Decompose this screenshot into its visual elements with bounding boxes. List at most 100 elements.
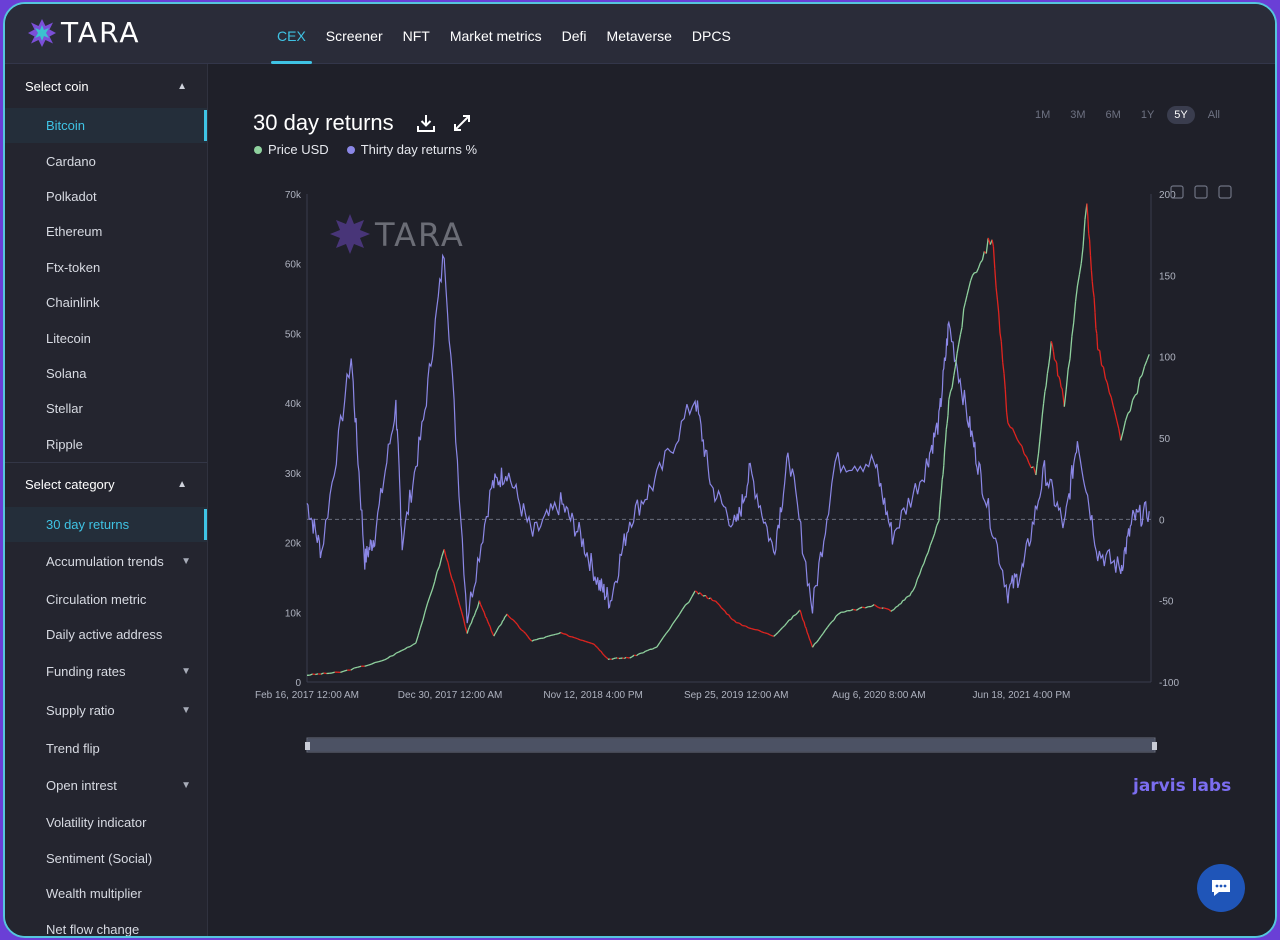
chevron-down-icon: ▼ (181, 556, 191, 568)
sidebar-item-label: Stellar (46, 401, 83, 417)
sidebar-item-label: Solana (46, 365, 87, 381)
sidebar-item-volatility-indicator[interactable]: Volatility indicator (5, 805, 207, 841)
zoom-slider-right-handle[interactable] (1152, 742, 1157, 750)
sidebar-item-open-intrest[interactable]: Open intrest ▼ (5, 766, 207, 805)
restore-icon[interactable] (1218, 185, 1232, 199)
price-series-segment (392, 652, 397, 657)
chevron-up-icon: ▲ (177, 479, 187, 491)
price-series-segment (550, 634, 554, 637)
chat-button[interactable] (1197, 864, 1245, 912)
sidebar-item-daily-active-address[interactable]: Daily active address (5, 617, 207, 653)
sidebar-item-chainlink[interactable]: Chainlink (5, 285, 207, 320)
sidebar-item-ripple[interactable]: Ripple (5, 427, 207, 462)
price-series-segment (636, 653, 640, 657)
sidebar-item-sentiment-social-[interactable]: Sentiment (Social) (5, 840, 207, 876)
sidebar-item-label: Litecoin (46, 330, 91, 346)
nav-item-market-metrics[interactable]: Market metrics (440, 4, 552, 64)
price-series-segment (602, 654, 605, 657)
price-series-segment (331, 671, 335, 674)
price-series-segment (1069, 336, 1073, 359)
price-series-segment (659, 637, 664, 643)
sidebar-item-polkadot[interactable]: Polkadot (5, 179, 207, 214)
nav-item-nft[interactable]: NFT (393, 4, 440, 64)
sidebar-item-funding-rates[interactable]: Funding rates ▼ (5, 652, 207, 691)
price-series-segment (436, 566, 441, 572)
price-series-segment (972, 272, 976, 276)
price-series-segment (367, 663, 372, 666)
price-series-segment (1007, 422, 1011, 428)
price-series-segment (1003, 373, 1006, 390)
sidebar-item-ethereum[interactable]: Ethereum (5, 214, 207, 249)
price-series-segment (938, 509, 941, 521)
price-series-segment (850, 608, 854, 612)
price-series-segment (500, 620, 504, 624)
tara-logo[interactable]: TARA (27, 16, 141, 49)
price-series-segment (940, 479, 943, 491)
zoom-slider-left-handle[interactable] (305, 742, 310, 750)
price-series-segment (691, 590, 696, 597)
price-series-segment (808, 638, 811, 642)
price-series-segment (878, 606, 881, 609)
price-series-segment (877, 606, 880, 609)
price-series-segment (467, 626, 470, 631)
price-series-segment (1116, 420, 1120, 430)
price-series-segment (1074, 285, 1079, 302)
sidebar-item-30-day-returns[interactable]: 30 day returns (5, 506, 207, 543)
price-series-segment (654, 646, 658, 649)
jarvis-labs-text: jarvis labs (1133, 776, 1232, 796)
nav-item-dpcs[interactable]: DPCS (682, 4, 741, 64)
price-series-segment (722, 608, 726, 612)
price-series-segment (455, 590, 459, 598)
price-series-segment (417, 627, 422, 636)
price-series-segment (514, 621, 518, 625)
sidebar-item-bitcoin[interactable]: Bitcoin (5, 108, 207, 144)
price-series-segment (1059, 379, 1062, 388)
top-bar: TARA CEX Screener NFT Market metrics Defi Met… (5, 4, 1275, 64)
price-series-segment (651, 647, 655, 650)
price-series-segment (916, 574, 921, 580)
price-series-segment (773, 634, 777, 637)
nav-item-cex[interactable]: CEX (267, 4, 316, 64)
sidebar-item-litecoin[interactable]: Litecoin (5, 320, 207, 355)
price-series-segment (1019, 442, 1023, 447)
nav-item-screener[interactable]: Screener (316, 4, 393, 64)
sidebar-item-ftx-token[interactable]: Ftx-token (5, 250, 207, 285)
nav-item-metaverse[interactable]: Metaverse (597, 4, 682, 64)
zoom-reset-icon[interactable] (1194, 185, 1208, 199)
price-series-segment (387, 655, 391, 659)
sidebar-item-circulation-metric[interactable]: Circulation metric (5, 581, 207, 617)
nav-item-defi[interactable]: Defi (552, 4, 597, 64)
price-series-segment (1039, 429, 1042, 442)
price-series-segment (1071, 322, 1075, 337)
select-category-header[interactable]: Select category ▲ (5, 463, 207, 507)
price-series-segment (1004, 389, 1008, 413)
price-series-segment (944, 440, 947, 450)
price-series-segment (853, 608, 857, 611)
price-series-segment (996, 299, 1000, 313)
zoom-slider-selection (307, 739, 1155, 751)
price-series-segment (606, 657, 609, 660)
sidebar-item-solana[interactable]: Solana (5, 356, 207, 391)
sidebar-item-trend-flip[interactable]: Trend flip (5, 730, 207, 766)
price-series-segment (447, 562, 451, 573)
sidebar-item-label: Sentiment (Social) (46, 850, 153, 866)
sidebar-item-wealth-multiplier[interactable]: Wealth multiplier (5, 876, 207, 912)
price-series-segment (443, 549, 447, 558)
tara-logo-icon (28, 18, 56, 47)
select-coin-header[interactable]: Select coin ▲ (5, 64, 207, 108)
sidebar-item-net-flow-change[interactable]: Net flow change (5, 911, 207, 936)
sidebar-item-supply-ratio[interactable]: Supply ratio ▼ (5, 691, 207, 730)
price-series-segment (802, 619, 805, 623)
sidebar-item-stellar[interactable]: Stellar (5, 391, 207, 426)
price-series-segment (598, 648, 601, 652)
sidebar-item-label: Open intrest (46, 777, 117, 793)
sidebar-item-accumulation-trends[interactable]: Accumulation trends ▼ (5, 542, 207, 581)
price-series-segment (969, 274, 974, 282)
sidebar-item-label: Cardano (46, 153, 96, 169)
chevron-down-icon: ▼ (181, 705, 191, 717)
price-series-segment (1037, 441, 1041, 454)
price-series-segment (577, 638, 581, 641)
price-series-segment (801, 616, 804, 621)
sidebar-item-cardano[interactable]: Cardano (5, 143, 207, 178)
price-series-segment (843, 610, 848, 613)
